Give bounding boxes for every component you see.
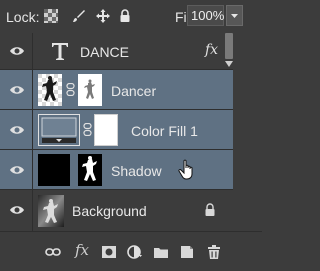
layer-thumbnail xyxy=(38,74,62,106)
new-layer-icon[interactable] xyxy=(179,244,195,260)
layer-row-dancer[interactable]: Dancer xyxy=(0,70,233,110)
eye-icon xyxy=(10,47,24,55)
layer-row-background[interactable]: Background xyxy=(0,190,233,231)
hand-cursor-icon xyxy=(178,159,193,180)
text-layer-icon xyxy=(52,43,68,60)
visibility-toggle[interactable] xyxy=(0,110,33,149)
layer-row-dance[interactable]: DANCE fx xyxy=(0,33,233,70)
lock-image-pixels-icon[interactable] xyxy=(72,9,86,23)
lock-icon xyxy=(205,203,215,216)
layer-name[interactable]: Shadow xyxy=(111,163,162,179)
layer-mask-thumbnail[interactable] xyxy=(78,154,102,186)
layers-panel: Lock: Fill: 100% DANCE fx Dancer Color F… xyxy=(0,0,262,271)
layers-options-bar: Lock: Fill: 100% xyxy=(0,0,262,33)
eye-icon xyxy=(10,206,24,214)
layer-style-fx-icon[interactable]: fx xyxy=(75,241,89,259)
fill-layer-thumbnail[interactable] xyxy=(38,114,80,146)
layer-name[interactable]: DANCE xyxy=(80,44,129,60)
lock-position-icon[interactable] xyxy=(96,9,110,23)
layer-mask-thumbnail[interactable] xyxy=(94,114,118,146)
layer-effects-fx-icon[interactable]: fx xyxy=(205,42,218,58)
adjustment-layer-icon[interactable] xyxy=(127,244,143,260)
layer-name[interactable]: Background xyxy=(72,203,147,219)
eye-icon xyxy=(10,126,24,134)
layer-thumbnail xyxy=(38,154,70,186)
visibility-toggle[interactable] xyxy=(0,33,33,69)
new-group-icon[interactable] xyxy=(153,244,169,260)
visibility-toggle[interactable] xyxy=(0,150,33,189)
scrollbar-thumb[interactable] xyxy=(225,33,233,59)
layer-thumbnail xyxy=(38,195,64,227)
lock-transparent-pixels-icon[interactable] xyxy=(44,9,58,23)
eye-icon xyxy=(10,166,24,174)
layer-row-color-fill-1[interactable]: Color Fill 1 xyxy=(0,110,233,150)
fill-input[interactable]: 100% xyxy=(187,5,224,26)
layer-name[interactable]: Dancer xyxy=(111,83,156,99)
mask-link-icon[interactable] xyxy=(83,123,92,136)
layer-row-shadow[interactable]: Shadow xyxy=(0,150,233,190)
mask-link-icon[interactable] xyxy=(66,83,75,96)
link-layers-icon[interactable] xyxy=(45,244,61,260)
visibility-toggle[interactable] xyxy=(0,190,33,231)
delete-layer-icon[interactable] xyxy=(206,244,222,260)
layer-name[interactable]: Color Fill 1 xyxy=(131,123,198,139)
layers-bottom-toolbar: fx xyxy=(0,231,262,271)
eye-icon xyxy=(10,86,24,94)
visibility-toggle[interactable] xyxy=(0,70,33,109)
fill-dropdown-button[interactable] xyxy=(226,5,243,26)
lock-all-icon[interactable] xyxy=(118,9,132,23)
chevron-down-icon xyxy=(231,14,238,18)
lock-label: Lock: xyxy=(6,9,40,25)
layer-mask-thumbnail[interactable] xyxy=(78,74,102,106)
scroll-down-arrow-icon[interactable] xyxy=(225,60,233,68)
add-mask-icon[interactable] xyxy=(101,244,117,260)
